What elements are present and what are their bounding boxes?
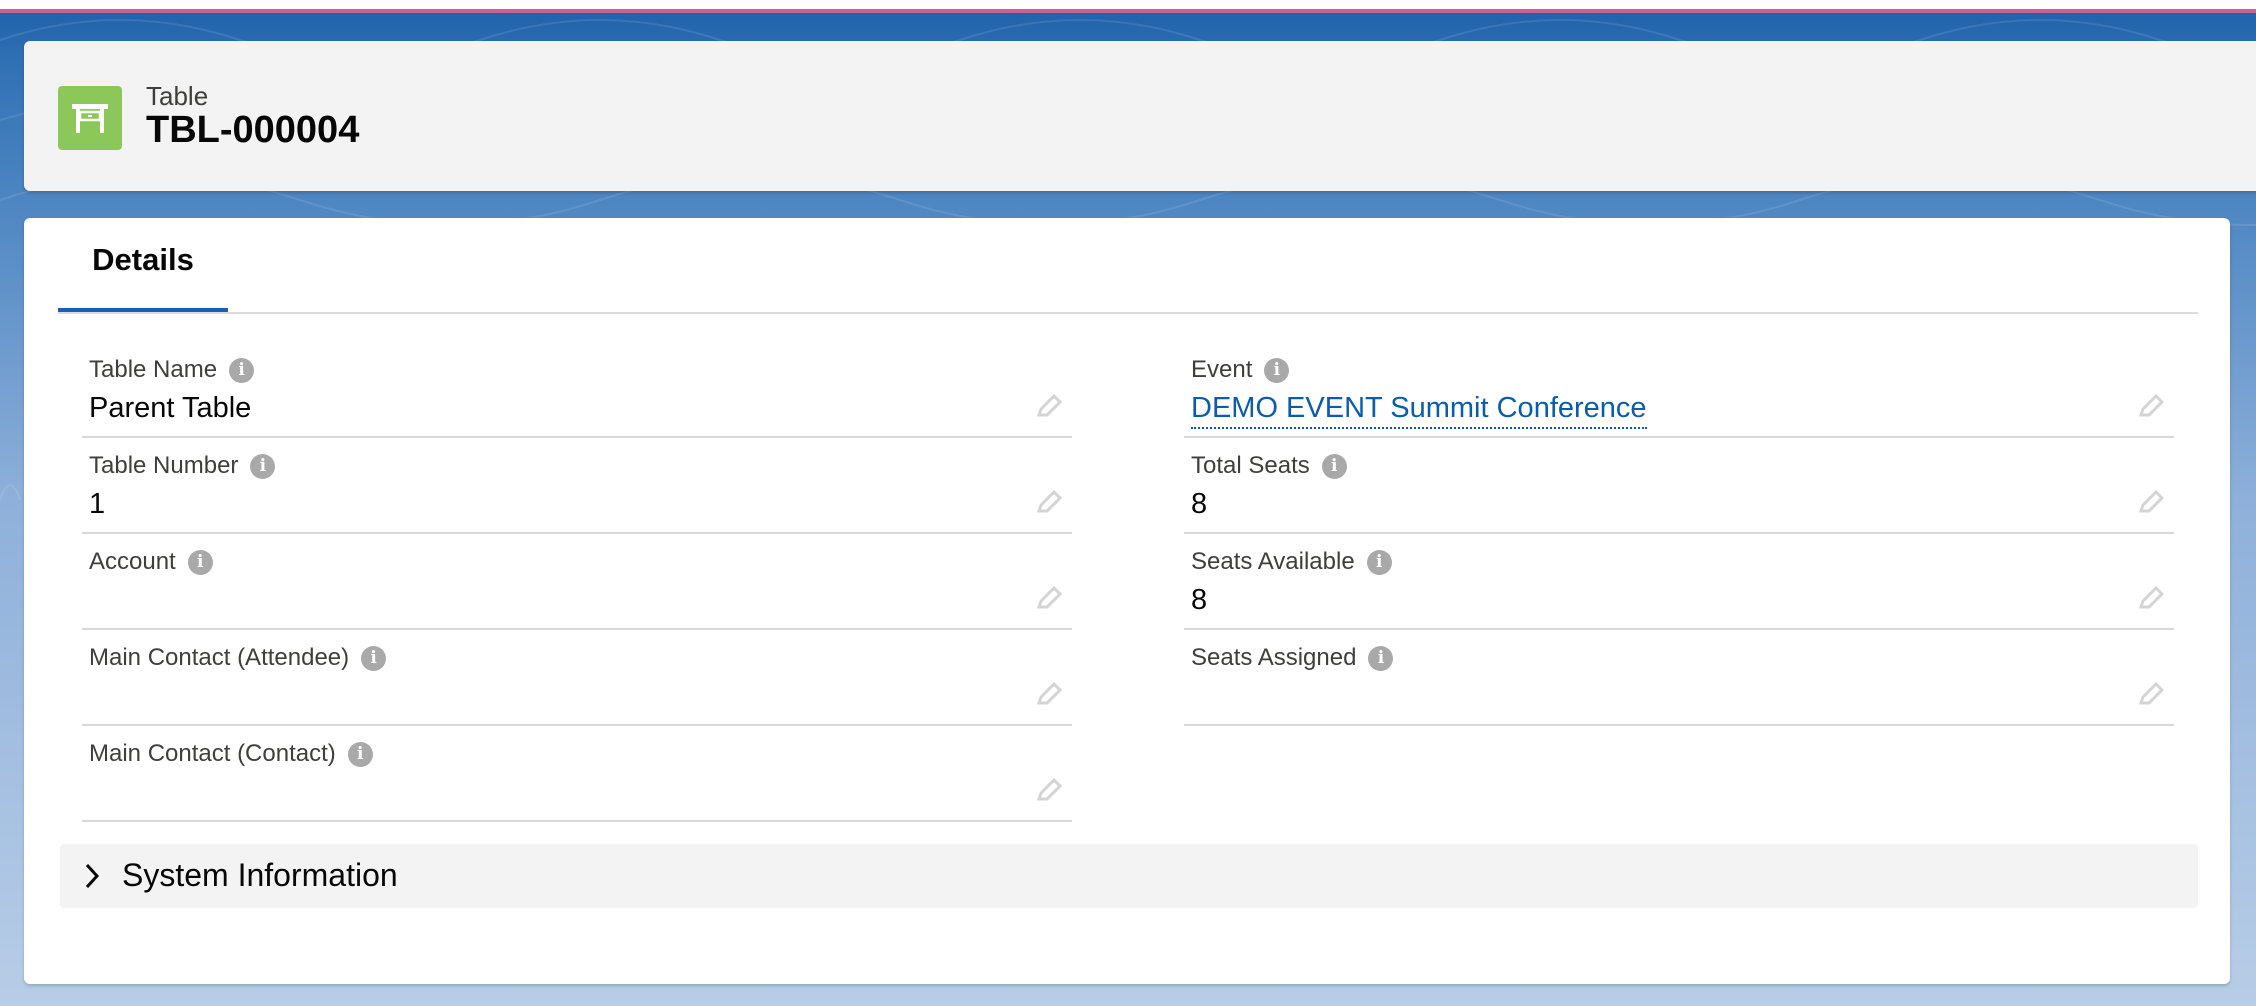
pencil-edit-icon[interactable] xyxy=(1034,488,1064,518)
field-label: Table Number i xyxy=(89,452,276,480)
chevron-right-icon[interactable] xyxy=(82,862,102,890)
field-table-number: Table Number i 1 xyxy=(82,438,1072,534)
record-header: Table TBL-000004 xyxy=(24,41,2256,191)
field-label: Total Seats i xyxy=(1191,452,1347,480)
table-number-value: 1 xyxy=(89,488,106,520)
info-icon[interactable]: i xyxy=(347,741,373,767)
system-information-section[interactable]: System Information xyxy=(60,844,2198,908)
total-seats-value: 8 xyxy=(1191,488,1208,520)
info-icon[interactable]: i xyxy=(1264,357,1290,383)
top-stripe xyxy=(0,0,2256,13)
tab-details-label: Details xyxy=(92,242,194,277)
field-label: Main Contact (Contact) i xyxy=(89,740,373,768)
tab-details[interactable]: Details xyxy=(58,218,228,312)
seats-assigned-label: Seats Assigned xyxy=(1191,644,1357,671)
event-label: Event xyxy=(1191,356,1253,383)
pencil-edit-icon[interactable] xyxy=(2136,680,2166,710)
field-table-name: Table Name i Parent Table xyxy=(82,342,1072,438)
info-icon[interactable]: i xyxy=(361,645,387,671)
field-label: Main Contact (Attendee) i xyxy=(89,644,387,672)
seats-available-label: Seats Available xyxy=(1191,548,1355,575)
tab-bar: Details xyxy=(58,218,2198,314)
info-icon[interactable]: i xyxy=(229,357,255,383)
table-name-label: Table Name xyxy=(89,356,218,383)
pencil-edit-icon[interactable] xyxy=(1034,392,1064,422)
main-contact-attendee-label: Main Contact (Attendee) xyxy=(89,644,350,671)
pencil-edit-icon[interactable] xyxy=(2136,488,2166,518)
event-link[interactable]: DEMO EVENT Summit Conference xyxy=(1191,392,1647,429)
main-contact-contact-label: Main Contact (Contact) xyxy=(89,740,336,767)
field-seats-assigned: Seats Assigned i xyxy=(1184,630,2174,726)
info-icon[interactable]: i xyxy=(1321,453,1347,479)
field-label: Event i xyxy=(1191,356,1290,384)
field-label: Account i xyxy=(89,548,213,576)
table-icon xyxy=(58,86,122,150)
field-event: Event i DEMO EVENT Summit Conference xyxy=(1184,342,2174,438)
info-icon[interactable]: i xyxy=(1366,549,1392,575)
field-account: Account i xyxy=(82,534,1072,630)
field-label: Table Name i xyxy=(89,356,255,384)
total-seats-label: Total Seats xyxy=(1191,452,1310,479)
table-name-value: Parent Table xyxy=(89,392,252,424)
table-number-label: Table Number xyxy=(89,452,239,479)
info-icon[interactable]: i xyxy=(187,549,213,575)
pencil-edit-icon[interactable] xyxy=(1034,776,1064,806)
info-icon[interactable]: i xyxy=(250,453,276,479)
object-type-label: Table xyxy=(146,81,209,111)
seats-available-value: 8 xyxy=(1191,584,1208,616)
pencil-edit-icon[interactable] xyxy=(1034,680,1064,710)
details-card: Details Table Name i Parent Table Table … xyxy=(24,218,2230,984)
field-label: Seats Assigned i xyxy=(1191,644,1394,672)
field-seats-available: Seats Available i 8 xyxy=(1184,534,2174,630)
field-main-contact-contact: Main Contact (Contact) i xyxy=(82,726,1072,822)
account-label: Account xyxy=(89,548,176,575)
field-main-contact-attendee: Main Contact (Attendee) i xyxy=(82,630,1072,726)
info-icon[interactable]: i xyxy=(1368,645,1394,671)
field-total-seats: Total Seats i 8 xyxy=(1184,438,2174,534)
pencil-edit-icon[interactable] xyxy=(2136,584,2166,614)
pencil-edit-icon[interactable] xyxy=(2136,392,2166,422)
pencil-edit-icon[interactable] xyxy=(1034,584,1064,614)
field-label: Seats Available i xyxy=(1191,548,1392,576)
record-title: TBL-000004 xyxy=(146,109,360,151)
system-information-label[interactable]: System Information xyxy=(122,857,398,894)
